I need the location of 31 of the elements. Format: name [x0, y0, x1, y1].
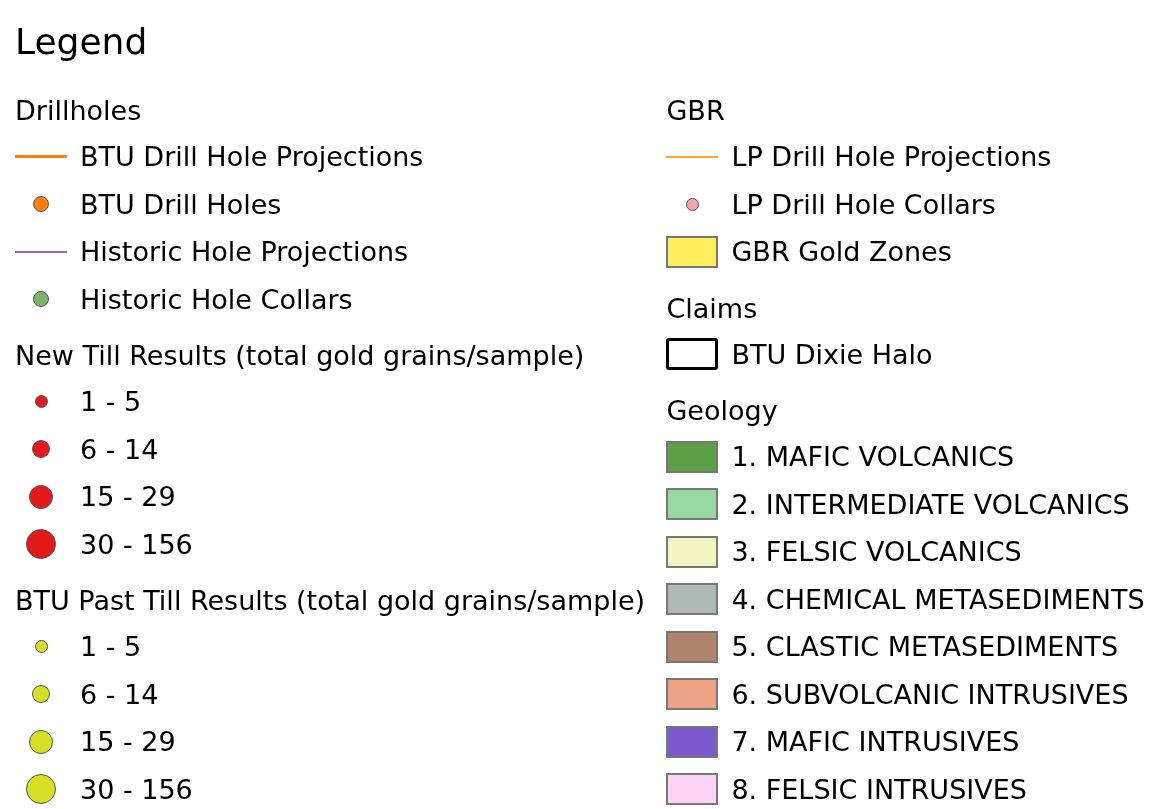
group-heading: New Till Results (total gold grains/sample)	[15, 339, 585, 373]
legend-label: 8. FELSIC INTRUSIVES	[731, 773, 1027, 805]
legend-label: 15 - 29	[80, 726, 176, 758]
group-heading: Claims	[666, 291, 758, 326]
legend-label: GBR Gold Zones	[731, 236, 952, 268]
legend-label: 1 - 5	[80, 631, 142, 663]
legend-label: BTU Drill Holes	[80, 188, 282, 220]
legend-label: LP Drill Hole Collars	[731, 188, 996, 220]
legend-label: LP Drill Hole Projections	[731, 141, 1052, 173]
legend-label: BTU Dixie Halo	[731, 338, 933, 370]
group-heading: BTU Past Till Results (total gold grains/sample)	[15, 584, 646, 618]
legend-title: Legend	[15, 22, 148, 62]
legend-label: 1 - 5	[80, 386, 142, 418]
group-heading: Geology	[666, 394, 778, 428]
legend-label: 2. INTERMEDIATE VOLCANICS	[731, 488, 1130, 520]
legend-label: 3. FELSIC VOLCANICS	[731, 536, 1022, 568]
legend-label: 5. CLASTIC METASEDIMENTS	[731, 631, 1119, 663]
legend-label: 6 - 14	[80, 433, 159, 465]
legend-label: 6. SUBVOLCANIC INTRUSIVES	[731, 678, 1129, 710]
legend-label: 15 - 29	[80, 481, 176, 513]
legend-label: 30 - 156	[80, 528, 193, 560]
legend-label: 4. CHEMICAL METASEDIMENTS	[731, 583, 1145, 615]
legend-label: 7. MAFIC INTRUSIVES	[731, 726, 1020, 758]
group-heading: Drillholes	[15, 94, 142, 128]
group-heading: GBR	[666, 94, 725, 128]
legend-label: BTU Drill Hole Projections	[80, 141, 424, 173]
legend-label: 30 - 156	[80, 773, 193, 805]
legend-label: Historic Hole Projections	[80, 236, 409, 268]
legend-label: 1. MAFIC VOLCANICS	[731, 441, 1015, 473]
legend-label: Historic Hole Collars	[80, 283, 353, 315]
legend-label: 6 - 14	[80, 678, 159, 710]
